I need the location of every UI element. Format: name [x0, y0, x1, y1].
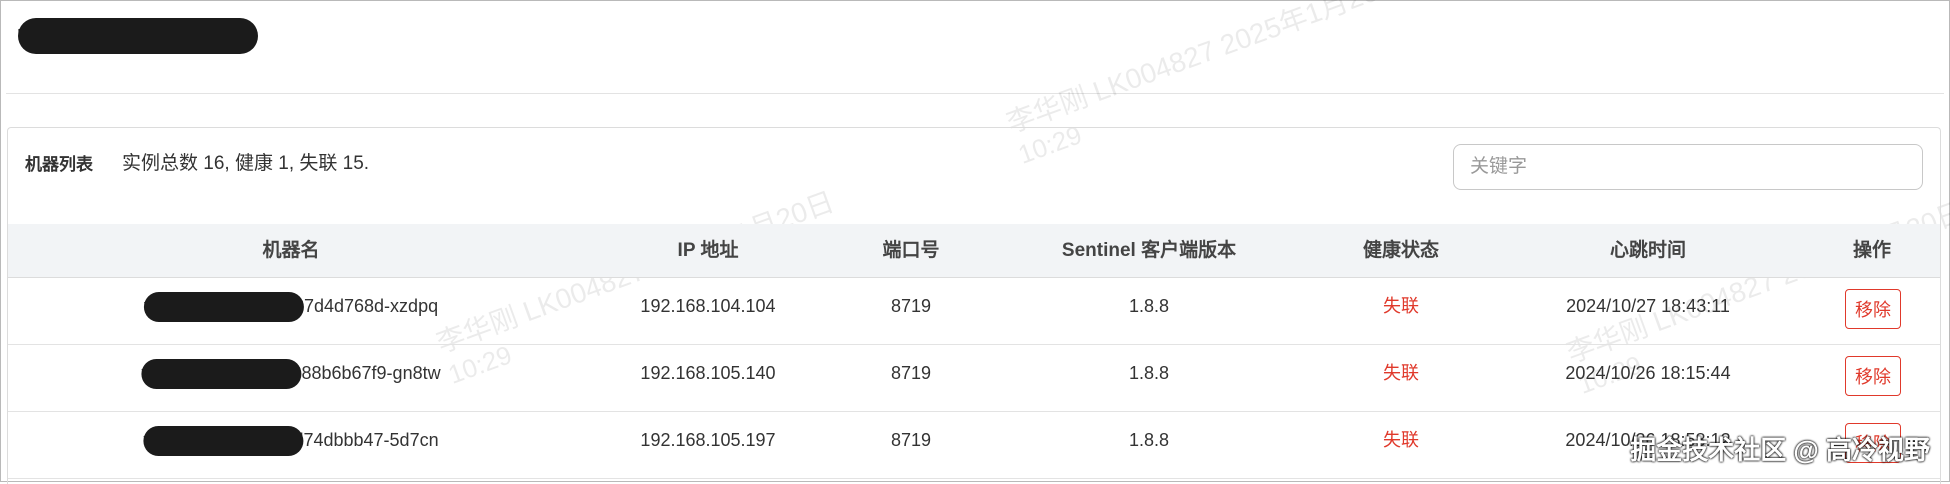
table-row: tefit-class-group-1-688b6b67f9-gn8tw 192…	[8, 345, 1940, 412]
client-version-cell: 1.8.8	[1128, 363, 1170, 383]
heartbeat-cell: 2024/10/27 18:43:11	[1566, 296, 1730, 316]
column-header-ip: IP 地址	[677, 240, 739, 261]
remove-button[interactable]: 移除	[1845, 356, 1901, 396]
app-title-block: tefit-ctms	[18, 16, 258, 56]
table-row: tefit-class-group-1-87d4d768d-xzdpq 192.…	[8, 278, 1940, 345]
header-divider	[6, 93, 1944, 94]
ip-cell: 192.168.105.197	[640, 430, 776, 450]
column-header-client-version: Sentinel 客户端版本	[1061, 240, 1237, 261]
machine-name-cell: tefit-class-group-1-87d4d768d-xzdpq	[143, 278, 438, 334]
redaction-mark	[141, 359, 302, 389]
client-version-cell: 1.8.8	[1128, 430, 1170, 450]
remove-button[interactable]: 移除	[1845, 289, 1901, 329]
redaction-mark	[143, 426, 304, 456]
panel-title: 机器列表	[25, 155, 93, 174]
health-status-cell: 失联	[1383, 296, 1419, 316]
column-header-machine-name: 机器名	[262, 240, 320, 261]
table-header: 机器名 IP 地址 端口号 Sentinel 客户端版本 健康状态 心跳时间 操…	[8, 224, 1940, 278]
machine-name-cell: tefit-class-group-1-688b6b67f9-gn8tw	[141, 345, 441, 401]
column-header-heartbeat: 心跳时间	[1609, 240, 1687, 261]
heartbeat-cell: 2024/10/26 18:15:44	[1565, 363, 1731, 383]
client-version-cell: 1.8.8	[1128, 296, 1170, 316]
health-status-cell: 失联	[1383, 430, 1419, 450]
column-header-actions: 操作	[1852, 240, 1892, 261]
port-cell: 8719	[890, 296, 932, 316]
port-cell: 8719	[890, 430, 932, 450]
machine-name-cell: tefit-class-group-1-d74dbbb47-5d7cn	[143, 412, 439, 468]
redaction-mark	[143, 292, 304, 322]
health-status-cell: 失联	[1383, 363, 1419, 383]
ip-cell: 192.168.105.140	[640, 363, 776, 383]
column-header-port: 端口号	[882, 240, 940, 261]
column-header-health-status: 健康状态	[1362, 240, 1440, 261]
ip-cell: 192.168.104.104	[640, 296, 776, 316]
keyword-search-input[interactable]	[1453, 144, 1923, 190]
footer-watermark: 掘金技术社区 @ 高冷视野	[1630, 435, 1930, 465]
port-cell: 8719	[890, 363, 932, 383]
redaction-mark	[18, 18, 258, 54]
instance-summary: 实例总数 16, 健康 1, 失联 15.	[122, 153, 370, 174]
